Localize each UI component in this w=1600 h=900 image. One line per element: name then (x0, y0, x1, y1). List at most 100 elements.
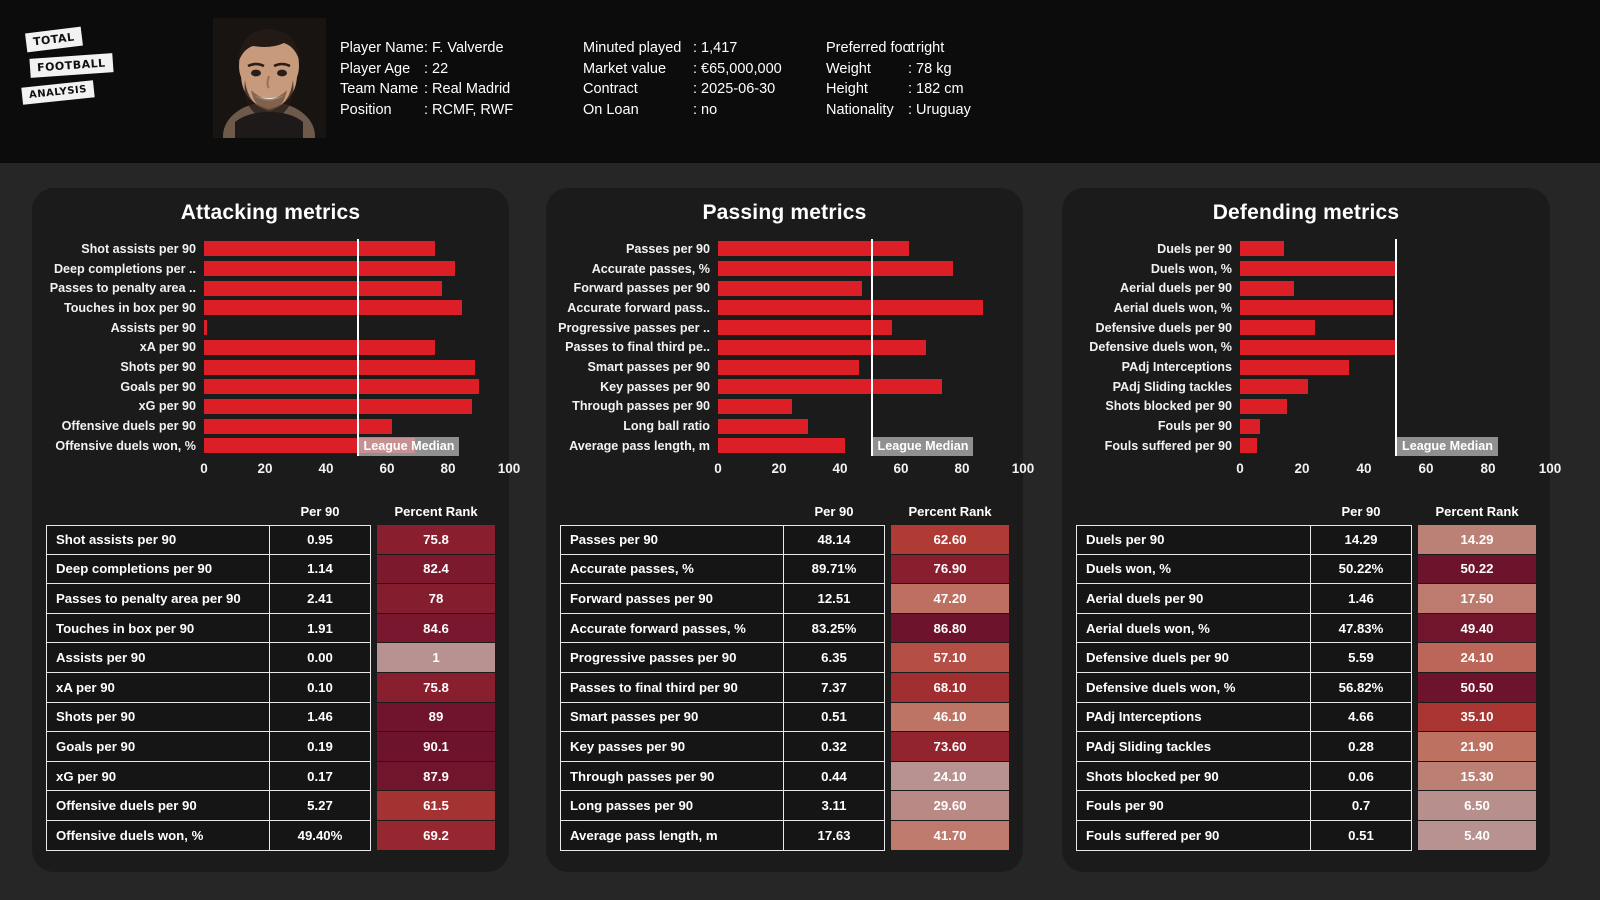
cell-metric-name: Defensive duels per 90 (1076, 643, 1310, 673)
chart-bar-row: Fouls per 90 (1062, 416, 1550, 436)
info-key: Player Name (340, 40, 424, 56)
column-header-metric (1076, 504, 1310, 519)
cell-metric-name: Duels per 90 (1076, 525, 1310, 555)
cell-per90-value: 83.25% (783, 613, 885, 644)
table-row: xA per 90 0.10 75.8 (46, 672, 495, 703)
info-value: : 1,417 (693, 40, 738, 56)
cell-percent-rank: 35.10 (1418, 702, 1536, 733)
cell-per90-value: 47.83% (1310, 613, 1412, 644)
table-row: Deep completions per 90 1.14 82.4 (46, 554, 495, 585)
chart-bar (204, 320, 208, 336)
panel-defending: Defending metrics Duels per 90 Duels won,… (1062, 188, 1561, 872)
cell-metric-name: Aerial duels won, % (1076, 613, 1310, 644)
chart-bar-label: PAdj Interceptions (1121, 359, 1232, 374)
cell-metric-name: Touches in box per 90 (46, 613, 269, 644)
chart-bar-label: Long ball ratio (623, 419, 710, 434)
cell-metric-name: Deep completions per 90 (46, 554, 269, 585)
info-value: : RCMF, RWF (424, 101, 514, 118)
cell-metric-name: Aerial duels per 90 (1076, 584, 1310, 614)
panel-passing: Passing metrics Passes per 90 Accurate pa… (546, 188, 1034, 872)
chart-bar (718, 398, 792, 414)
axis-tick-label: 100 (497, 460, 521, 476)
cell-percent-rank: 5.40 (1418, 820, 1536, 851)
table-row: Goals per 90 0.19 90.1 (46, 732, 495, 762)
info-row: Preferred foot: right (826, 38, 971, 59)
chart-passing: Passes per 90 Accurate passes, % Forward p… (546, 239, 1034, 482)
column-header-percent-rank: Percent Rank (908, 504, 992, 519)
cell-percent-rank: 76.90 (891, 554, 1009, 585)
table-row: Through passes per 90 0.44 24.10 (560, 761, 1009, 792)
table-row: Duels won, % 50.22% 50.22 (1076, 554, 1536, 585)
table-row: Assists per 90 0.00 1 (46, 643, 495, 673)
chart-bar-row: Touches in box per 90 (32, 298, 509, 318)
chart-bar-row: Aerial duels won, % (1062, 298, 1550, 318)
chart-bar-row: Shots blocked per 90 (1062, 397, 1550, 417)
cell-per90-value: 12.51 (783, 584, 885, 614)
info-row: Minuted played: 1,417 (583, 38, 782, 59)
cell-metric-name: Forward passes per 90 (560, 584, 783, 614)
info-row: Player Name: F. Valverde (340, 38, 513, 59)
column-header-per90: Per 90 (1341, 504, 1381, 519)
chart-bar-row: Key passes per 90 (546, 377, 1023, 397)
cell-percent-rank: 61.5 (377, 791, 495, 821)
cell-percent-rank: 82.4 (377, 554, 495, 585)
chart-bar-row: Through passes per 90 (546, 397, 1023, 417)
chart-bar-label: Shot assists per 90 (81, 241, 196, 256)
league-median-line (1395, 239, 1398, 456)
chart-bar-label: Aerial duels per 90 (1120, 281, 1232, 296)
cell-percent-rank: 75.8 (377, 672, 495, 703)
table-row: Fouls per 90 0.7 6.50 (1076, 791, 1536, 821)
chart-bar (1240, 320, 1315, 336)
panel-title-defending: Defending metrics (1212, 201, 1400, 224)
chart-bar (204, 280, 442, 296)
cell-metric-name: Accurate passes, % (560, 554, 783, 585)
info-row: Player Age: 22 (340, 59, 513, 80)
info-key: Weight (826, 60, 871, 77)
cell-per90-value: 0.95 (269, 525, 371, 555)
table-row: Passes to penalty area per 90 2.41 78 (46, 584, 495, 614)
chart-bar-row: Goals per 90 (32, 377, 509, 397)
chart-bar-label: Fouls suffered per 90 (1104, 438, 1232, 453)
info-row: Position: RCMF, RWF (340, 100, 513, 121)
info-key: Team Name (340, 81, 419, 97)
cell-percent-rank: 86.80 (891, 613, 1009, 644)
table-row: Smart passes per 90 0.51 46.10 (560, 702, 1009, 733)
table-row: Defensive duels per 90 5.59 24.10 (1076, 643, 1536, 673)
info-key: Preferred foot (826, 40, 915, 56)
info-value: : Real Madrid (424, 81, 511, 97)
cell-percent-rank: 14.29 (1418, 525, 1536, 555)
player-info-column-2: Minuted played: 1,417 Market value: €65,… (583, 38, 782, 120)
axis-tick-label: 20 (257, 460, 273, 476)
cell-per90-value: 5.27 (269, 791, 371, 821)
chart-bar (204, 261, 456, 277)
chart-bar-row: PAdj Sliding tackles (1062, 377, 1550, 397)
chart-attacking: Shot assists per 90 Deep completions per … (32, 239, 520, 482)
chart-bar-label: Accurate passes, % (591, 261, 710, 276)
cell-metric-name: Shot assists per 90 (46, 525, 269, 555)
player-info-column-3: Preferred foot: right Weight: 78 kg Heig… (826, 38, 971, 120)
cell-per90-value: 7.37 (783, 672, 885, 703)
cell-percent-rank: 47.20 (891, 584, 1009, 614)
chart-bar (1240, 398, 1288, 414)
table-row: Aerial duels per 90 1.46 17.50 (1076, 584, 1536, 614)
cell-per90-value: 49.40% (269, 820, 371, 851)
chart-bar-row: Deep completions per .. (32, 259, 509, 279)
chart-bar-label: Passes to final third pe.. (565, 340, 710, 355)
chart-bar (1240, 359, 1349, 375)
chart-bar (1240, 261, 1396, 277)
axis-tick-label: 0 (714, 460, 722, 476)
chart-bar (718, 300, 983, 316)
logo-line-total: TOTAL (25, 26, 83, 53)
table-row: Duels per 90 14.29 14.29 (1076, 525, 1536, 555)
cell-metric-name: Progressive passes per 90 (560, 643, 783, 673)
axis-tick-label: 40 (832, 460, 848, 476)
axis-tick-label: 20 (771, 460, 787, 476)
table-row: Touches in box per 90 1.91 84.6 (46, 613, 495, 644)
cell-percent-rank: 57.10 (891, 643, 1009, 673)
cell-percent-rank: 17.50 (1418, 584, 1536, 614)
cell-percent-rank: 46.10 (891, 702, 1009, 733)
table-row: Shots blocked per 90 0.06 15.30 (1076, 761, 1536, 792)
cell-metric-name: Goals per 90 (46, 732, 269, 762)
cell-percent-rank: 84.6 (377, 613, 495, 644)
cell-per90-value: 0.51 (1310, 820, 1412, 851)
